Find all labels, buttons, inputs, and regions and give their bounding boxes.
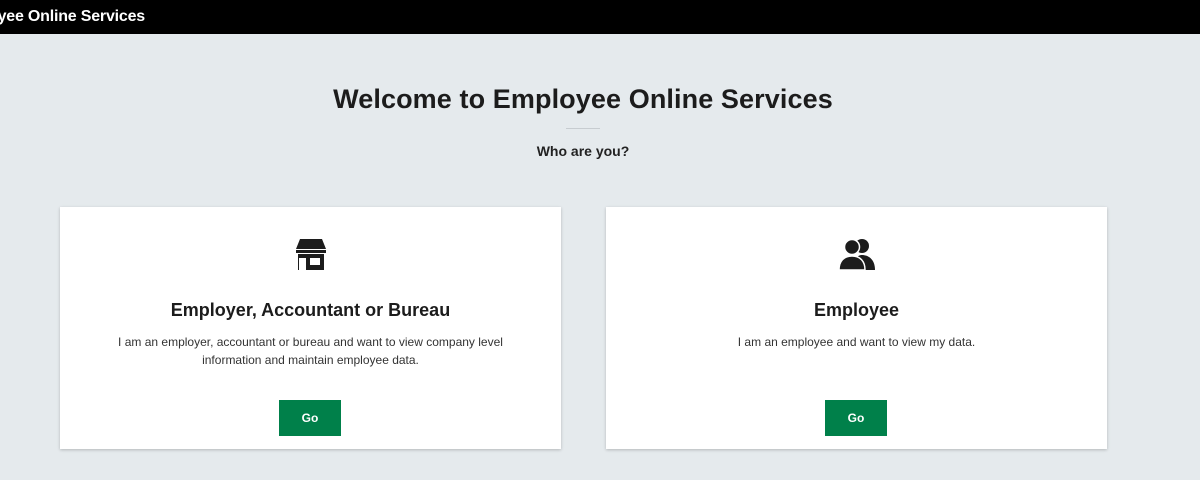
employer-card: Employer, Accountant or Bureau I am an e… xyxy=(60,207,561,449)
employee-go-button[interactable]: Go xyxy=(825,400,887,436)
app-title: oyee Online Services xyxy=(0,8,145,25)
page-subtitle: Who are you? xyxy=(536,143,630,159)
employee-card: Employee I am an employee and want to vi… xyxy=(606,207,1107,449)
employer-card-heading: Employer, Accountant or Bureau xyxy=(170,300,451,320)
employer-go-button[interactable]: Go xyxy=(279,400,341,436)
employer-card-description: I am an employer, accountant or bureau a… xyxy=(118,335,503,367)
store-icon xyxy=(292,235,330,273)
users-icon xyxy=(838,235,876,273)
employee-card-description: I am an employee and want to view my dat… xyxy=(737,335,976,349)
title-divider xyxy=(566,128,600,129)
page-title: Welcome to Employee Online Services xyxy=(333,84,833,114)
top-bar: oyee Online Services xyxy=(0,0,1200,34)
employee-card-heading: Employee xyxy=(813,300,900,320)
